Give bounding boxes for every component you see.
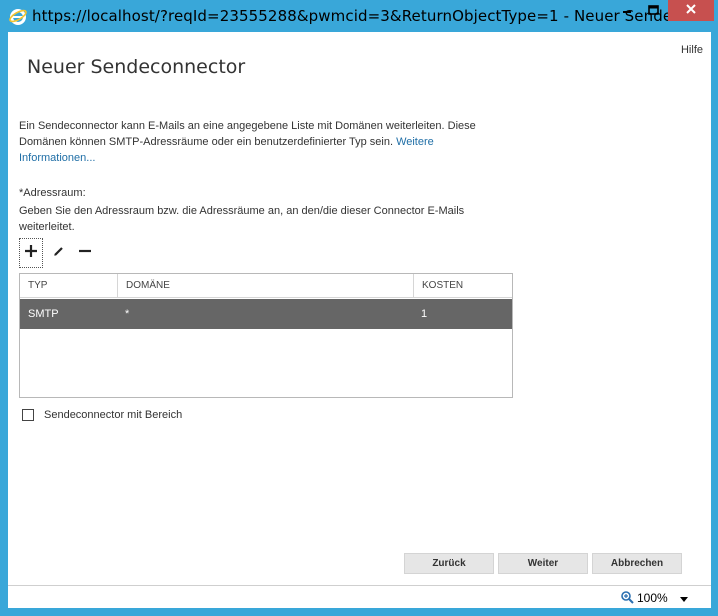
cancel-button[interactable]: Abbrechen — [592, 553, 682, 574]
scoped-connector-label[interactable]: Sendeconnector mit Bereich — [44, 409, 182, 421]
cell-domain: * — [125, 308, 130, 320]
close-icon — [685, 2, 697, 20]
internet-explorer-icon — [8, 6, 28, 26]
status-bar: 100% — [8, 585, 711, 608]
column-header-kosten[interactable]: KOSTEN — [413, 274, 512, 298]
next-button[interactable]: Weiter — [498, 553, 588, 574]
maximize-icon — [647, 2, 659, 20]
address-space-label: *Adressraum: — [19, 187, 86, 199]
dialog-content: Hilfe Neuer Sendeconnector Ein Sendeconn… — [8, 32, 711, 585]
remove-button[interactable] — [73, 238, 97, 268]
chevron-down-icon[interactable] — [679, 591, 688, 605]
address-space-help: Geben Sie den Adressraum bzw. die Adress… — [19, 205, 465, 233]
window-titlebar: https://localhost/?reqId=23555288&pwmcid… — [0, 0, 718, 32]
scoped-connector-option: Sendeconnector mit Bereich — [22, 408, 182, 422]
close-button[interactable] — [668, 0, 714, 21]
back-button[interactable]: Zurück — [404, 553, 494, 574]
grid-header: TYP DOMÄNE KOSTEN — [20, 274, 512, 298]
zoom-icon — [620, 590, 634, 607]
add-icon — [24, 244, 38, 263]
cell-typ: SMTP — [28, 308, 59, 320]
address-space-grid: TYP DOMÄNE KOSTEN SMTP * 1 — [19, 273, 513, 398]
edit-icon — [53, 244, 65, 262]
cell-kosten: 1 — [421, 308, 428, 320]
help-link[interactable]: Hilfe — [681, 44, 703, 56]
edit-button[interactable] — [47, 238, 71, 268]
maximize-button[interactable] — [640, 0, 666, 21]
description-text: Ein Sendeconnector kann E-Mails an eine … — [19, 118, 509, 166]
column-header-domain[interactable]: DOMÄNE — [117, 274, 413, 298]
add-button[interactable] — [19, 238, 43, 268]
page-title: Neuer Sendeconnector — [27, 56, 246, 78]
zoom-level: 100% — [637, 591, 668, 605]
minimize-icon — [622, 2, 632, 20]
scoped-connector-checkbox[interactable] — [22, 409, 34, 421]
table-row[interactable]: SMTP * 1 — [20, 299, 512, 329]
column-header-typ[interactable]: TYP — [20, 274, 117, 298]
address-space-toolbar — [19, 238, 99, 268]
minimize-button[interactable] — [614, 0, 640, 21]
zoom-control[interactable]: 100% — [620, 590, 688, 606]
remove-icon — [78, 244, 92, 263]
window-title: https://localhost/?reqId=23555288&pwmcid… — [32, 7, 705, 25]
